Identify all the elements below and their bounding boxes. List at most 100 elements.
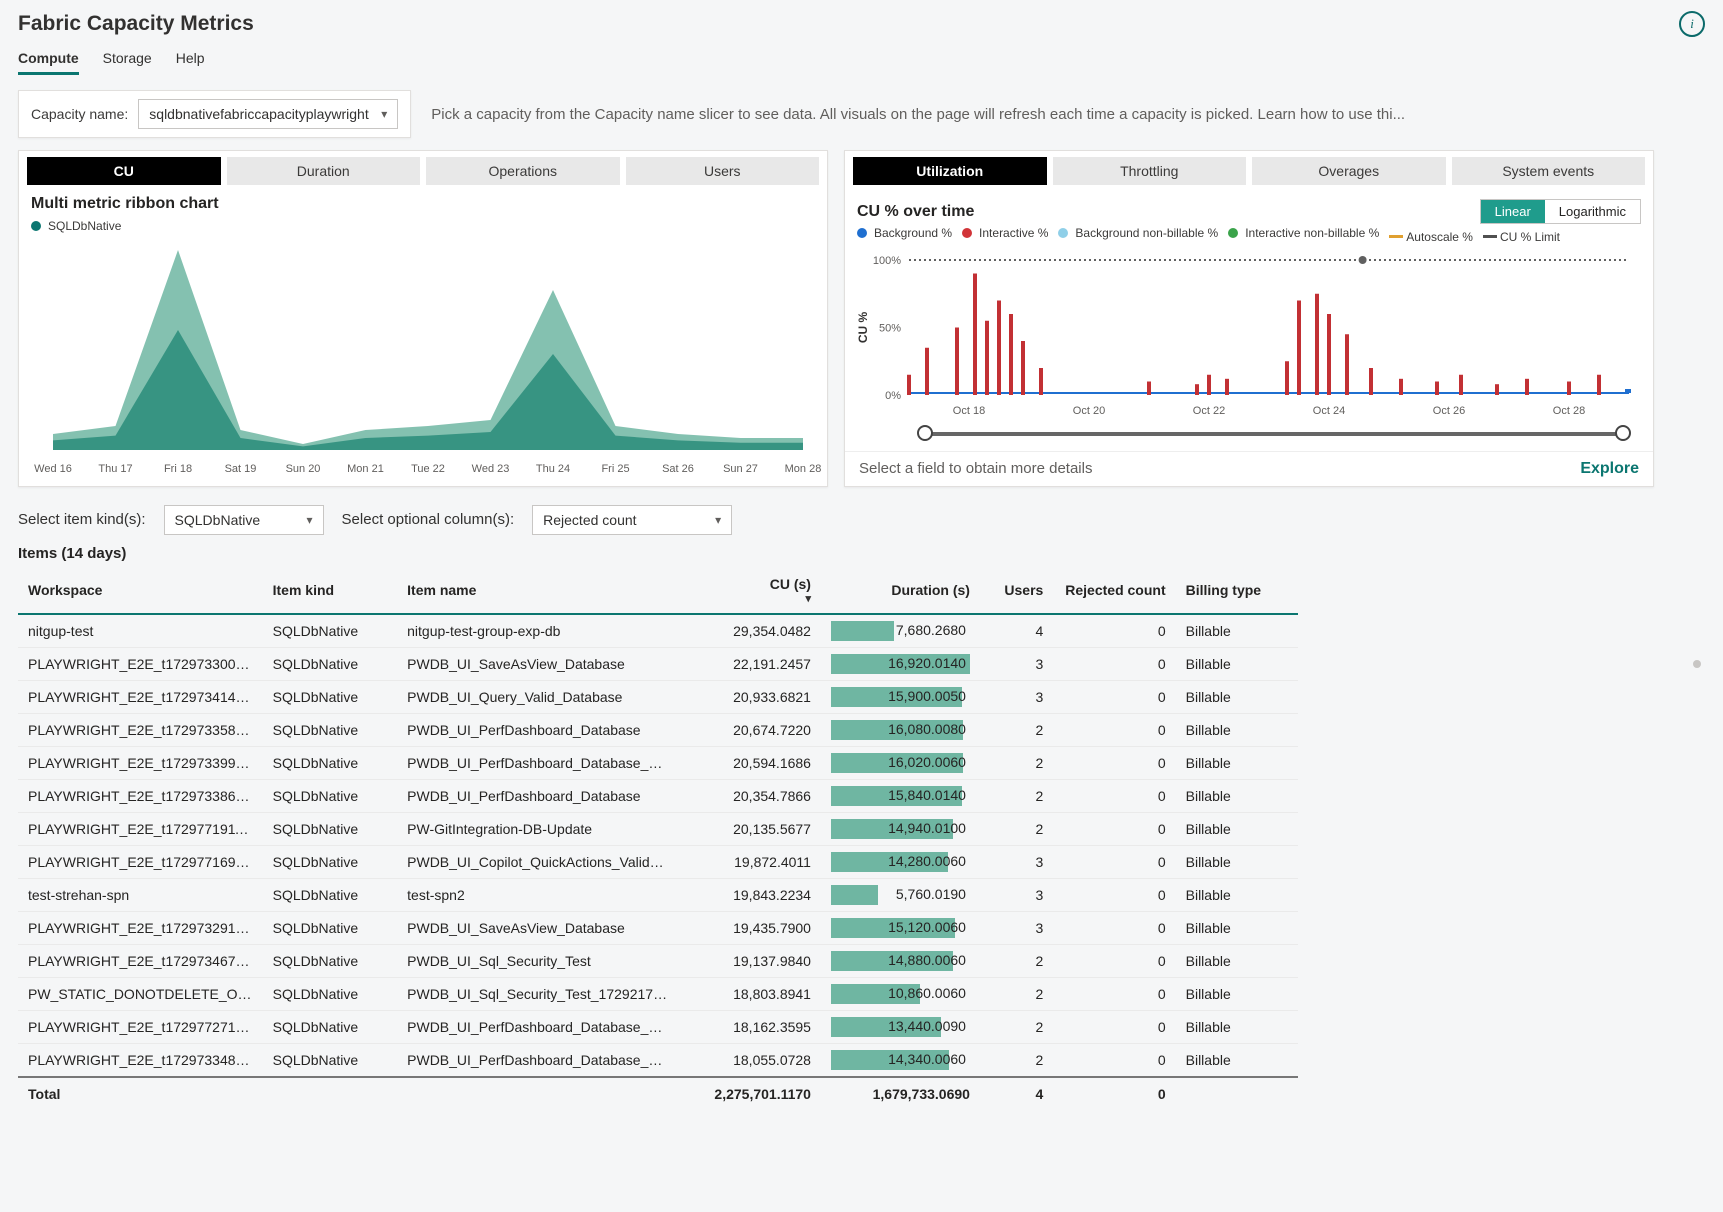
- slider-knob-end[interactable]: [1615, 425, 1631, 441]
- table-row[interactable]: PLAYWRIGHT_E2E_t1729733995... SQLDbNativ…: [18, 746, 1298, 779]
- scrollbar-thumb[interactable]: [1693, 660, 1701, 668]
- legend-item[interactable]: Background non-billable %: [1058, 226, 1218, 240]
- tab-help[interactable]: Help: [176, 44, 205, 75]
- capacity-name-filter: Capacity name: sqldbnativefabriccapacity…: [18, 90, 411, 138]
- optional-col-dropdown[interactable]: Rejected count ▾: [532, 505, 732, 535]
- col-item-name[interactable]: Item name: [397, 568, 678, 614]
- svg-text:Oct 22: Oct 22: [1193, 405, 1225, 417]
- col-cu[interactable]: CU (s) ▾: [678, 568, 821, 614]
- table-row[interactable]: PLAYWRIGHT_E2E_t1729733869... SQLDbNativ…: [18, 779, 1298, 812]
- svg-text:Mon 28: Mon 28: [785, 463, 822, 475]
- page-title: Fabric Capacity Metrics: [18, 8, 254, 40]
- svg-text:Oct 24: Oct 24: [1313, 405, 1345, 417]
- legend-item[interactable]: Interactive %: [962, 226, 1048, 240]
- svg-text:Sun 27: Sun 27: [723, 463, 758, 475]
- col-rejected[interactable]: Rejected count: [1053, 568, 1175, 614]
- svg-text:50%: 50%: [879, 322, 901, 334]
- table-header-row: Workspace Item kind Item name CU (s) ▾ D…: [18, 568, 1298, 614]
- seg-system-events[interactable]: System events: [1452, 157, 1646, 185]
- info-icon[interactable]: i: [1679, 11, 1705, 37]
- capacity-name-dropdown[interactable]: sqldbnativefabriccapacityplaywright ▾: [138, 99, 398, 129]
- ribbon-chart[interactable]: Wed 16 Thu 17 Fri 18 Sat 19 Sun 20 Mon 21 Tue …: [19, 240, 827, 480]
- metric-segmented: CU Duration Operations Users: [19, 151, 827, 191]
- svg-text:Oct 26: Oct 26: [1433, 405, 1465, 417]
- legend-dot-icon: [31, 221, 41, 231]
- slider-track: [925, 432, 1623, 436]
- seg-duration[interactable]: Duration: [227, 157, 421, 185]
- svg-text:100%: 100%: [873, 255, 901, 267]
- svg-text:Thu 17: Thu 17: [98, 463, 132, 475]
- chevron-down-icon: ▾: [381, 107, 387, 121]
- svg-text:Fri 18: Fri 18: [164, 463, 192, 475]
- main-tabs: Compute Storage Help: [18, 44, 1705, 76]
- cu-over-time-panel: Utilization Throttling Overages System e…: [844, 150, 1654, 487]
- table-row[interactable]: PLAYWRIGHT_E2E_t1729772718... SQLDbNativ…: [18, 1010, 1298, 1043]
- table-row[interactable]: PLAYWRIGHT_E2E_t1729733489... SQLDbNativ…: [18, 1043, 1298, 1077]
- tab-compute[interactable]: Compute: [18, 44, 79, 75]
- seg-overages[interactable]: Overages: [1252, 157, 1446, 185]
- cu-chart-title: CU % over time: [857, 203, 974, 221]
- seg-operations[interactable]: Operations: [426, 157, 620, 185]
- cu-over-time-chart[interactable]: 0% 50% 100% CU % Oct 18 Oct 20 Oct 22 Oct 24 Oct…: [845, 250, 1653, 420]
- table-row[interactable]: PLAYWRIGHT_E2E_t1729734674... SQLDbNativ…: [18, 944, 1298, 977]
- svg-text:Tue 22: Tue 22: [411, 463, 445, 475]
- legend-item[interactable]: Autoscale %: [1389, 230, 1473, 244]
- chevron-down-icon: ▾: [307, 513, 313, 527]
- svg-text:Fri 25: Fri 25: [601, 463, 629, 475]
- table-row[interactable]: PLAYWRIGHT_E2E_t1729771693... SQLDbNativ…: [18, 845, 1298, 878]
- scale-toggle: Linear Logarithmic: [1480, 199, 1641, 224]
- svg-text:0%: 0%: [885, 390, 901, 402]
- table-row[interactable]: test-strehan-spn SQLDbNative test-spn2 1…: [18, 878, 1298, 911]
- time-range-slider[interactable]: [925, 423, 1623, 445]
- legend-item[interactable]: CU % Limit: [1483, 230, 1560, 244]
- optional-col-label: Select optional column(s):: [342, 511, 515, 528]
- col-item-kind[interactable]: Item kind: [263, 568, 398, 614]
- svg-text:Oct 18: Oct 18: [953, 405, 985, 417]
- svg-text:CU %: CU %: [856, 311, 870, 343]
- slider-knob-start[interactable]: [917, 425, 933, 441]
- scale-logarithmic[interactable]: Logarithmic: [1545, 200, 1640, 223]
- seg-utilization[interactable]: Utilization: [853, 157, 1047, 185]
- ribbon-chart-title: Multi metric ribbon chart: [19, 191, 827, 217]
- table-row[interactable]: PW_STATIC_DONOTDELETE_OR_... SQLDbNative…: [18, 977, 1298, 1010]
- legend-item[interactable]: Interactive non-billable %: [1228, 226, 1379, 240]
- detail-hint: Select a field to obtain more details: [859, 460, 1092, 477]
- col-users[interactable]: Users: [980, 568, 1053, 614]
- capacity-name-label: Capacity name:: [31, 106, 128, 122]
- table-row[interactable]: PLAYWRIGHT_E2E_t1729733582... SQLDbNativ…: [18, 713, 1298, 746]
- svg-text:Thu 24: Thu 24: [536, 463, 570, 475]
- scale-linear[interactable]: Linear: [1481, 200, 1545, 223]
- col-duration[interactable]: Duration (s): [821, 568, 980, 614]
- cu-legend: Background % Interactive % Background non-…: [845, 224, 1653, 250]
- table-row[interactable]: PLAYWRIGHT_E2E_t1729733000... SQLDbNativ…: [18, 647, 1298, 680]
- legend-sqldbnative[interactable]: SQLDbNative: [31, 219, 121, 233]
- table-row[interactable]: PLAYWRIGHT_E2E_t1729732915... SQLDbNativ…: [18, 911, 1298, 944]
- tab-storage[interactable]: Storage: [103, 44, 152, 75]
- col-workspace[interactable]: Workspace: [18, 568, 263, 614]
- explore-link[interactable]: Explore: [1580, 460, 1639, 478]
- capacity-name-value: sqldbnativefabriccapacityplaywright: [149, 106, 368, 122]
- svg-text:Mon 21: Mon 21: [347, 463, 384, 475]
- legend-item[interactable]: Background %: [857, 226, 952, 240]
- svg-text:Sun 20: Sun 20: [286, 463, 321, 475]
- help-text: Pick a capacity from the Capacity name s…: [431, 106, 1705, 123]
- table-row[interactable]: nitgup-test SQLDbNative nitgup-test-grou…: [18, 614, 1298, 648]
- svg-text:Wed 23: Wed 23: [472, 463, 510, 475]
- seg-cu[interactable]: CU: [27, 157, 221, 185]
- item-kind-label: Select item kind(s):: [18, 511, 146, 528]
- table-row[interactable]: PLAYWRIGHT_E2E_t1729734144... SQLDbNativ…: [18, 680, 1298, 713]
- col-billing[interactable]: Billing type: [1176, 568, 1298, 614]
- svg-text:Wed 16: Wed 16: [34, 463, 72, 475]
- seg-users[interactable]: Users: [626, 157, 820, 185]
- sort-desc-icon: ▾: [688, 592, 811, 605]
- right-segmented: Utilization Throttling Overages System e…: [845, 151, 1653, 191]
- svg-text:Sat 26: Sat 26: [662, 463, 694, 475]
- seg-throttling[interactable]: Throttling: [1053, 157, 1247, 185]
- table-row[interactable]: PLAYWRIGHT_E2E_t1729771911... SQLDbNativ…: [18, 812, 1298, 845]
- item-kind-dropdown[interactable]: SQLDbNative ▾: [164, 505, 324, 535]
- svg-text:Oct 20: Oct 20: [1073, 405, 1105, 417]
- ribbon-chart-panel: CU Duration Operations Users Multi metri…: [18, 150, 828, 487]
- items-title: Items (14 days): [18, 545, 1705, 562]
- svg-text:Oct 28: Oct 28: [1553, 405, 1585, 417]
- svg-text:Sat 19: Sat 19: [225, 463, 257, 475]
